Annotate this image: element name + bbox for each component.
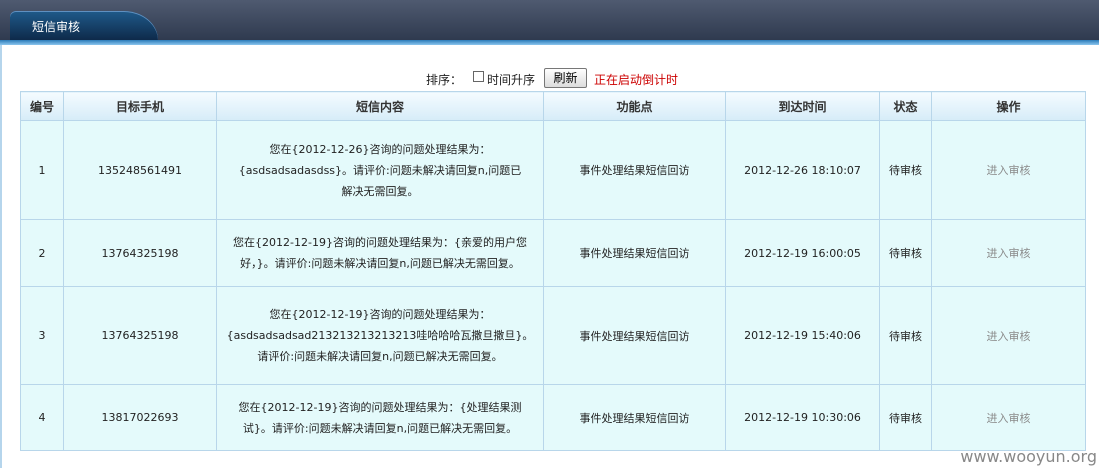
table-row: 4 13817022693 您在{2012-12-19}咨询的问题处理结果为：{… [20, 384, 1086, 451]
header-action: 操作 [931, 91, 1086, 121]
cell-time: 2012-12-19 10:30:06 [725, 384, 880, 451]
cell-id: 1 [20, 120, 64, 220]
table-row: 1 135248561491 您在{2012-12-26}咨询的问题处理结果为：… [20, 120, 1086, 220]
content-line: 您在{2012-12-19}咨询的问题处理结果为： [269, 308, 491, 321]
cell-feature: 事件处理结果短信回访 [543, 384, 726, 451]
top-bar: 短信审核 [0, 0, 1099, 40]
cell-phone: 135248561491 [63, 120, 217, 220]
tab-sms-review[interactable]: 短信审核 [10, 11, 158, 40]
cell-feature: 事件处理结果短信回访 [543, 219, 726, 287]
content-line: 请评价:问题未解决请回复n,问题已解决无需回复。 [257, 350, 503, 363]
content-line: 试}。请评价:问题未解决请回复n,问题已解决无需回复。 [242, 421, 518, 435]
table-row: 3 13764325198 您在{2012-12-19}咨询的问题处理结果为： … [20, 286, 1086, 385]
cell-status: 待审核 [879, 120, 932, 220]
cell-content: 您在{2012-12-26}咨询的问题处理结果为： {asdsadsadasds… [216, 120, 544, 220]
header-feature: 功能点 [543, 91, 726, 121]
content-line: {asdsadsadsad213213213213213哇哈哈哈瓦撒旦撒旦}。 [226, 329, 534, 342]
content-line: 您在{2012-12-26}咨询的问题处理结果为： [269, 142, 491, 156]
cell-feature: 事件处理结果短信回访 [543, 120, 726, 220]
tab-label: 短信审核 [32, 20, 81, 34]
review-link[interactable]: 进入审核 [931, 219, 1086, 287]
table-row: 2 13764325198 您在{2012-12-19}咨询的问题处理结果为：{… [20, 219, 1086, 287]
header-phone: 目标手机 [63, 91, 217, 121]
cell-content: 您在{2012-12-19}咨询的问题处理结果为：{亲爱的用户您 好，}。请评价… [216, 219, 544, 287]
sort-controls: 排序： 时间升序 刷新 正在启动倒计时 [0, 68, 1099, 90]
time-asc-checkbox[interactable] [473, 71, 484, 82]
header-time: 到达时间 [725, 91, 880, 121]
review-link[interactable]: 进入审核 [931, 120, 1086, 220]
cell-time: 2012-12-26 18:10:07 [725, 120, 880, 220]
cell-feature: 事件处理结果短信回访 [543, 286, 726, 385]
review-link[interactable]: 进入审核 [931, 384, 1086, 451]
content-line: 您在{2012-12-19}咨询的问题处理结果为：{亲爱的用户您 [233, 236, 527, 249]
time-asc-label: 时间升序 [487, 73, 536, 87]
header-status: 状态 [879, 91, 932, 121]
cell-phone: 13764325198 [63, 286, 217, 385]
cell-id: 4 [20, 384, 64, 451]
header-content: 短信内容 [216, 91, 544, 121]
cell-time: 2012-12-19 15:40:06 [725, 286, 880, 385]
cell-status: 待审核 [879, 219, 932, 287]
header-id: 编号 [20, 91, 64, 121]
cell-phone: 13764325198 [63, 219, 217, 287]
sms-table: 编号 目标手机 短信内容 功能点 到达时间 状态 操作 1 1352485614… [20, 91, 1086, 451]
cell-id: 2 [20, 219, 64, 287]
countdown-status: 正在启动倒计时 [594, 73, 679, 87]
content-line: 您在{2012-12-19}咨询的问题处理结果为：{处理结果测 [238, 400, 522, 414]
content-line: {asdsadsadasdss}。请评价:问题未解决请回复n,问题已 [238, 163, 522, 177]
watermark: www.wooyun.org [960, 447, 1097, 466]
cell-status: 待审核 [879, 286, 932, 385]
content-line: 解决无需回复。 [341, 184, 419, 198]
cell-id: 3 [20, 286, 64, 385]
table-header-row: 编号 目标手机 短信内容 功能点 到达时间 状态 操作 [20, 91, 1086, 121]
review-link[interactable]: 进入审核 [931, 286, 1086, 385]
cell-status: 待审核 [879, 384, 932, 451]
cell-phone: 13817022693 [63, 384, 217, 451]
content-line: 好，}。请评价:问题未解决请回复n,问题已解决无需回复。 [240, 257, 520, 270]
cell-time: 2012-12-19 16:00:05 [725, 219, 880, 287]
cell-content: 您在{2012-12-19}咨询的问题处理结果为：{处理结果测 试}。请评价:问… [216, 384, 544, 451]
refresh-button[interactable]: 刷新 [544, 68, 587, 88]
sort-label: 排序： [426, 73, 463, 87]
cell-content: 您在{2012-12-19}咨询的问题处理结果为： {asdsadsadsad2… [216, 286, 544, 385]
